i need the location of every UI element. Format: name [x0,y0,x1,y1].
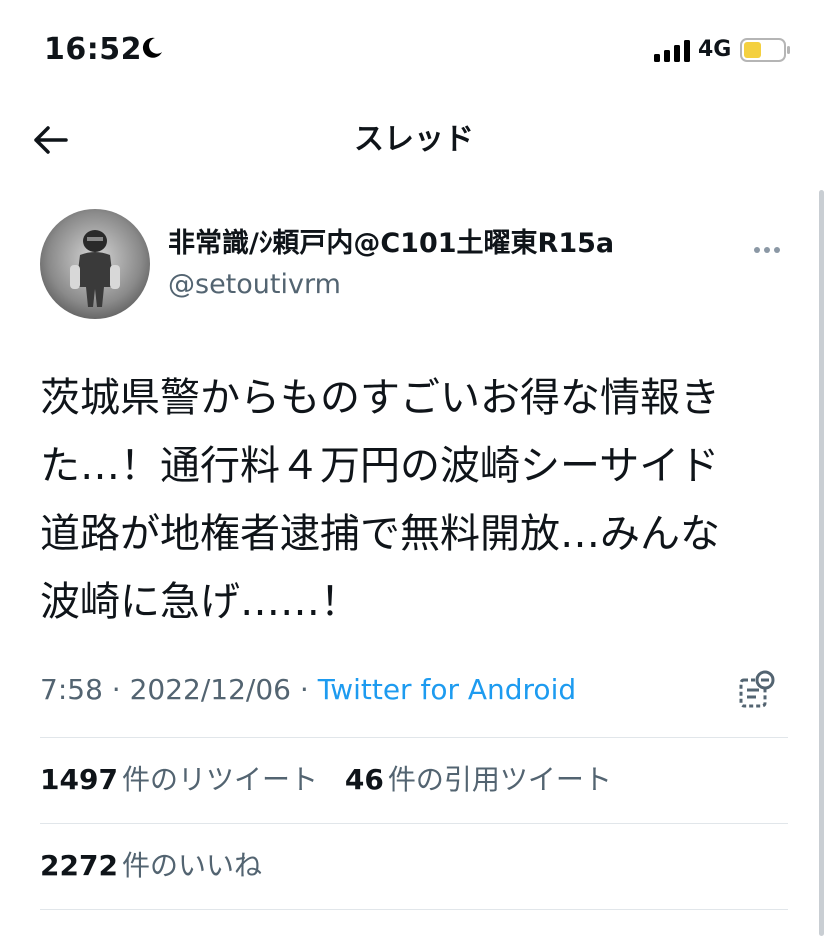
retweet-quote-stats: 1497 件のリツイート 46 件の引用ツイート [40,760,630,800]
divider [40,823,788,824]
tweet-text: 茨城県警からものすごいお得な情報き た…！通行料４万円の波崎シーサイド 道路が地… [40,364,800,636]
author-display-name[interactable]: 非常識/ｼ頼戸内@C101土曜東R15a [168,224,614,264]
scrollbar[interactable] [819,190,824,936]
likes-label: 件のいいね [121,849,262,882]
moon-icon [142,37,162,58]
likes-link[interactable]: 2272 件のいいね [40,849,262,882]
community-notes-icon[interactable] [738,670,776,710]
retweets-count: 1497 [40,763,118,796]
divider [40,909,788,910]
arrow-left-icon[interactable] [30,120,70,160]
retweets-label: 件のリツイート [121,763,318,796]
status-time: 16:52 [44,32,142,67]
more-options-icon[interactable] [754,238,788,253]
tweet-time[interactable]: 7:58 [40,673,103,706]
network-type: 4G [698,37,732,62]
tweet-meta: 7:58 · 2022/12/06 · Twitter for Android [40,670,576,710]
divider [40,737,788,738]
signal-icon [654,40,690,62]
page-title: スレッド [354,122,474,157]
retweets-link[interactable]: 1497 件のリツイート [40,763,318,796]
tweet-text-line: 道路が地権者逮捕で無料開放…みんな [40,511,720,557]
avatar[interactable] [40,209,150,319]
meta-separator: · [111,673,121,706]
meta-separator: · [299,673,309,706]
tweet-source[interactable]: Twitter for Android [318,673,576,706]
quotes-label: 件の引用ツイート [387,763,612,796]
tweet-text-line: 茨城県警からものすごいお得な情報き [40,375,720,421]
battery-icon [740,38,790,62]
likes-stats: 2272 件のいいね [40,846,280,886]
likes-count: 2272 [40,849,118,882]
tweet-date[interactable]: 2022/12/06 [130,673,291,706]
quotes-link[interactable]: 46 件の引用ツイート [345,763,612,796]
tweet-text-line: 波崎に急げ……！ [40,579,360,625]
quotes-count: 46 [344,763,384,796]
author-handle[interactable]: @setoutivrm [168,266,341,304]
tweet-text-line: た…！通行料４万円の波崎シーサイド [40,443,720,489]
